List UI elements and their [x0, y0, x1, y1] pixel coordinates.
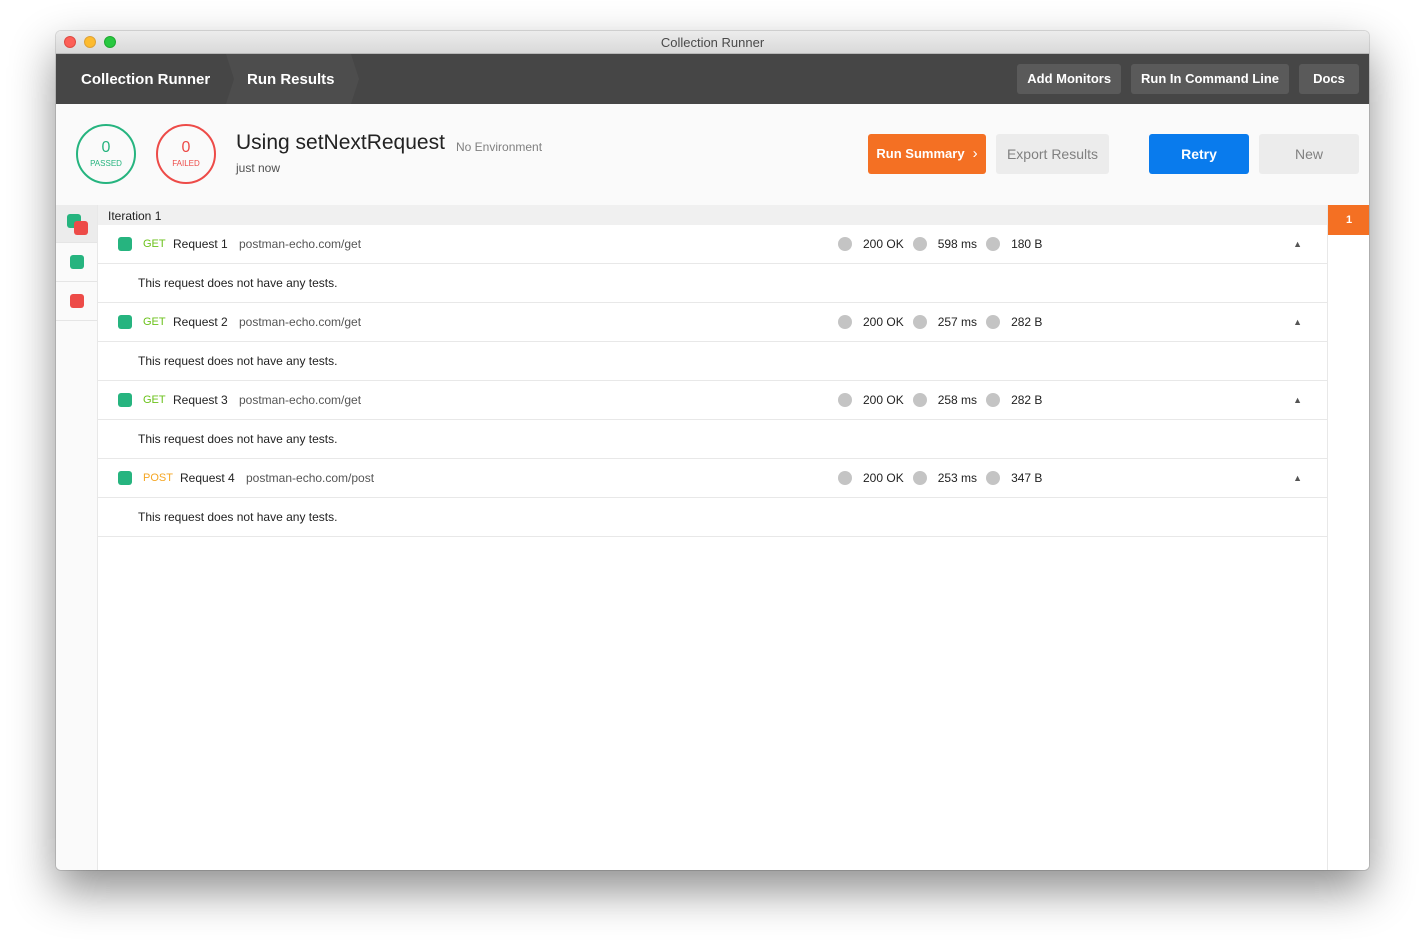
iteration-nav-rail: 1 [1327, 205, 1369, 870]
response-status: 200 OK [863, 315, 904, 329]
results-body: Iteration 1 GET Request 1 postman-echo.c… [56, 205, 1369, 870]
collapse-caret-icon[interactable]: ▲ [1293, 395, 1302, 405]
passed-label: PASSED [90, 159, 122, 168]
response-size: 282 B [1011, 315, 1043, 329]
breadcrumb-collection-runner[interactable]: Collection Runner [56, 54, 234, 104]
rail-item-failed[interactable] [56, 282, 97, 321]
request-row[interactable]: GET Request 1 postman-echo.com/get 200 O… [98, 225, 1327, 264]
request-url: postman-echo.com/get [239, 315, 362, 329]
rail-item-passed[interactable] [56, 243, 97, 282]
request-name: Request 2 [173, 315, 228, 329]
time-dot-icon [912, 315, 927, 329]
run-summary-label: Run Summary [876, 146, 965, 161]
retry-button[interactable]: Retry [1149, 134, 1249, 174]
failed-count: 0 [181, 139, 191, 156]
tests-message: This request does not have any tests. [98, 420, 1327, 459]
request-status-icon [118, 471, 132, 485]
iteration-header: Iteration 1 [98, 205, 1327, 225]
request-list: GET Request 1 postman-echo.com/get 200 O… [98, 225, 1327, 537]
response-status: 200 OK [863, 237, 904, 251]
request-row[interactable]: GET Request 3 postman-echo.com/get 200 O… [98, 381, 1327, 420]
request-metrics: 200 OK 598 ms 180 B [838, 237, 1051, 251]
request-status-icon [118, 393, 132, 407]
request-name: Request 1 [173, 237, 228, 251]
request-status-icon [118, 315, 132, 329]
response-time: 258 ms [937, 393, 978, 407]
response-status: 200 OK [863, 471, 904, 485]
collection-title: Using setNextRequest [236, 131, 445, 154]
status-dot-icon [838, 471, 852, 485]
window-title: Collection Runner [660, 35, 765, 50]
run-time: just now [236, 161, 281, 175]
failed-label: FAILED [172, 159, 200, 168]
status-dot-icon [838, 237, 852, 251]
request-metrics: 200 OK 258 ms 282 B [838, 393, 1051, 407]
request-metrics: 200 OK 253 ms 347 B [838, 471, 1051, 485]
chevron-right-icon: › [972, 145, 978, 162]
response-size: 180 B [1011, 237, 1043, 251]
run-summary-button[interactable]: Run Summary › [868, 134, 986, 174]
iteration-badge[interactable]: 1 [1328, 205, 1369, 235]
response-status: 200 OK [863, 393, 904, 407]
status-dot-icon [838, 315, 852, 329]
time-dot-icon [912, 393, 927, 407]
request-name: Request 3 [173, 393, 228, 407]
collection-runner-window: Collection Runner Collection Runner Run … [56, 31, 1369, 870]
collapse-caret-icon[interactable]: ▲ [1293, 239, 1302, 249]
response-size: 282 B [1011, 393, 1043, 407]
breadcrumb-label: Collection Runner [81, 70, 211, 88]
failed-count-badge: 0 FAILED [156, 124, 216, 184]
iteration-status-rail [56, 205, 98, 870]
docs-button[interactable]: Docs [1299, 64, 1359, 94]
passed-count: 0 [101, 139, 111, 156]
new-button[interactable]: New [1259, 134, 1359, 174]
request-url: postman-echo.com/get [239, 393, 362, 407]
request-name: Request 4 [180, 471, 235, 485]
request-url: postman-echo.com/post [246, 471, 375, 485]
nav-actions: Add Monitors Run In Command Line Docs [1017, 64, 1359, 94]
collapse-caret-icon[interactable]: ▲ [1293, 317, 1302, 327]
request-row[interactable]: POST Request 4 postman-echo.com/post 200… [98, 459, 1327, 498]
request-metrics: 200 OK 257 ms 282 B [838, 315, 1051, 329]
breadcrumb-run-results[interactable]: Run Results [226, 54, 359, 104]
response-time: 253 ms [937, 471, 978, 485]
request-url: postman-echo.com/get [239, 237, 362, 251]
fail-square-icon [74, 221, 88, 235]
add-monitors-button[interactable]: Add Monitors [1017, 64, 1122, 94]
size-dot-icon [986, 237, 1001, 251]
status-dot-icon [838, 393, 852, 407]
request-row[interactable]: GET Request 2 postman-echo.com/get 200 O… [98, 303, 1327, 342]
rail-item-summary[interactable] [56, 205, 97, 243]
size-dot-icon [986, 315, 1001, 329]
time-dot-icon [912, 471, 927, 485]
size-dot-icon [986, 393, 1001, 407]
export-results-button[interactable]: Export Results [996, 134, 1109, 174]
fail-square-icon [70, 294, 84, 308]
size-dot-icon [986, 471, 1001, 485]
tests-message: This request does not have any tests. [98, 342, 1327, 381]
request-method: GET [143, 316, 166, 328]
run-in-command-line-button[interactable]: Run In Command Line [1131, 64, 1289, 94]
minimize-window-button[interactable] [84, 36, 96, 48]
request-status-icon [118, 237, 132, 251]
time-dot-icon [912, 237, 927, 251]
title-bar: Collection Runner [56, 31, 1369, 54]
tests-message: This request does not have any tests. [98, 264, 1327, 303]
response-time: 598 ms [937, 237, 978, 251]
response-size: 347 B [1011, 471, 1043, 485]
tests-message: This request does not have any tests. [98, 498, 1327, 537]
response-time: 257 ms [937, 315, 978, 329]
close-window-button[interactable] [64, 36, 76, 48]
request-method: GET [143, 394, 166, 406]
collapse-caret-icon[interactable]: ▲ [1293, 473, 1302, 483]
request-method: POST [143, 472, 173, 484]
run-summary-header: 0 PASSED 0 FAILED Using setNextRequest N… [56, 104, 1369, 205]
maximize-window-button[interactable] [104, 36, 116, 48]
top-navbar: Collection Runner Run Results Add Monito… [56, 54, 1369, 104]
pass-square-icon [70, 255, 84, 269]
passed-count-badge: 0 PASSED [76, 124, 136, 184]
breadcrumb-label: Run Results [247, 70, 335, 88]
environment-label: No Environment [456, 140, 543, 154]
request-method: GET [143, 238, 166, 250]
